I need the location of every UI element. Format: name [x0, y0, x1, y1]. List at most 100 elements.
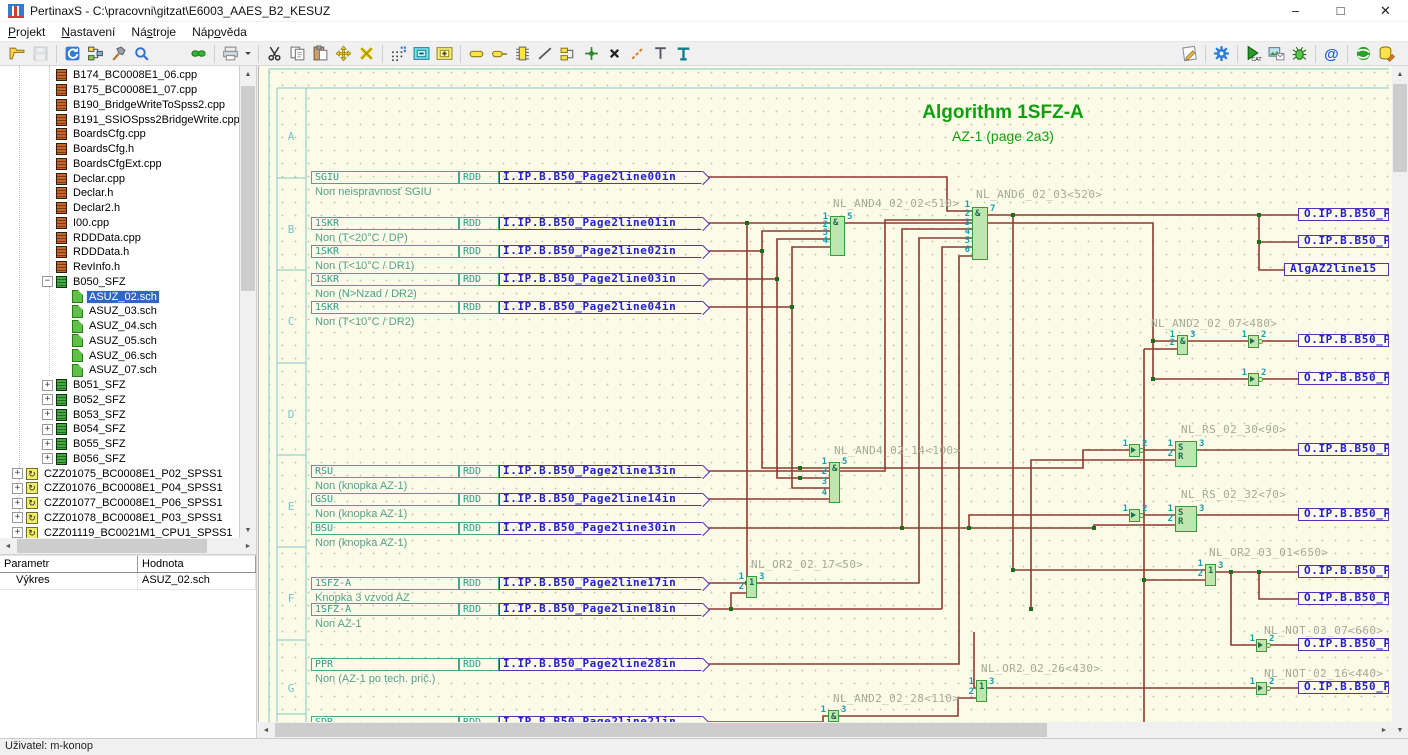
tree-item-b174-bc0008e1-06-cpp[interactable]: B174_BC0008E1_06.cpp — [0, 68, 239, 83]
input-signal-type[interactable]: RDD — [459, 217, 499, 230]
run-cat-icon[interactable]: CAT — [1242, 43, 1265, 65]
tree-expander[interactable]: − — [42, 276, 53, 287]
tree-item-b191-ssiospss2bridgewrite-cpp[interactable]: B191_SSIOSpss2BridgeWrite.cpp — [0, 112, 239, 127]
net-label-icon[interactable] — [557, 43, 580, 65]
input-signal-type[interactable]: RDD — [459, 301, 499, 314]
menu-npovda[interactable]: Nápověda — [184, 23, 255, 41]
tree-vscrollbar[interactable]: ▲ ▼ — [240, 66, 257, 538]
tree-expander[interactable]: + — [12, 483, 23, 494]
output-flag[interactable]: AlgAZ2line15 — [1284, 263, 1389, 276]
input-signal-type[interactable]: RDD — [459, 522, 499, 535]
link-toggle-icon[interactable] — [187, 43, 210, 65]
text-icon[interactable] — [649, 43, 672, 65]
canvas-vscroll-thumb[interactable] — [1393, 84, 1407, 172]
pin-wire-icon[interactable] — [488, 43, 511, 65]
tree-item-asuz-06-sch[interactable]: ASUZ_06.sch — [0, 348, 239, 363]
canvas-scroll-left[interactable]: ◄ — [258, 722, 274, 738]
tree-expander[interactable]: + — [42, 409, 53, 420]
input-signal-type[interactable]: RDD — [459, 171, 499, 184]
output-flag[interactable]: O.IP.B.B50_P — [1298, 565, 1389, 578]
output-flag[interactable]: O.IP.B.B50_P — [1298, 208, 1389, 221]
input-signal-name[interactable]: RSU — [311, 465, 459, 478]
input-signal-type[interactable]: RDD — [459, 273, 499, 286]
zoom-in-icon[interactable] — [433, 43, 456, 65]
canvas-scroll-down[interactable]: ▼ — [1392, 722, 1408, 738]
inverter-gate[interactable] — [1129, 444, 1140, 457]
tree-item-declar2-h[interactable]: Declar2.h — [0, 201, 239, 216]
tree-item-czz01077-bc0008e1-p06-spss1[interactable]: +↻CZZ01077_BC0008E1_P06_SPSS1 — [0, 496, 239, 511]
input-flag[interactable]: I.IP.B.B50_Page2line18in — [499, 603, 703, 616]
menu-nstroje[interactable]: Nástroje — [123, 23, 184, 41]
delete-star-icon[interactable] — [355, 43, 378, 65]
tree-hscroll-thumb[interactable] — [17, 539, 207, 553]
input-signal-name[interactable]: 1SFZ-A — [311, 603, 459, 616]
tree-item-rdddata-cpp[interactable]: RDDData.cpp — [0, 230, 239, 245]
tree-item-boardscfg-cpp[interactable]: BoardsCfg.cpp — [0, 127, 239, 142]
input-flag[interactable]: I.IP.B.B50_Page2line04in — [499, 301, 703, 314]
tree-expander[interactable]: + — [42, 439, 53, 450]
tree-item-b053-sfz[interactable]: +B053_SFZ — [0, 407, 239, 422]
build-hammer-icon[interactable] — [107, 43, 130, 65]
close-button[interactable]: ✕ — [1363, 0, 1408, 22]
grid-icon[interactable] — [387, 43, 410, 65]
inverter-gate[interactable] — [1129, 509, 1140, 522]
menu-projekt[interactable]: Projekt — [0, 23, 53, 41]
inverter-gate[interactable] — [1256, 639, 1267, 652]
input-signal-type[interactable]: RDD — [459, 245, 499, 258]
tree-item-declar-h[interactable]: Declar.h — [0, 186, 239, 201]
output-flag[interactable]: O.IP.B.B50_P — [1298, 508, 1389, 521]
input-signal-type[interactable]: RDD — [459, 493, 499, 506]
input-signal-type[interactable]: RDD — [459, 465, 499, 478]
print-icon[interactable] — [219, 43, 242, 65]
output-flag[interactable]: O.IP.B.B50_P — [1298, 334, 1389, 347]
search-icon[interactable] — [130, 43, 153, 65]
tree-expander[interactable]: + — [42, 380, 53, 391]
inverter-gate[interactable] — [1248, 335, 1259, 348]
input-flag[interactable]: I.IP.B.B50_Page2line01in — [499, 217, 703, 230]
export-image-icon[interactable] — [1265, 43, 1288, 65]
output-flag[interactable]: O.IP.B.B50_P — [1298, 592, 1389, 605]
tree-item-declar-cpp[interactable]: Declar.cpp — [0, 171, 239, 186]
tree-item-rdddata-h[interactable]: RDDData.h — [0, 245, 239, 260]
gear-icon[interactable] — [1210, 43, 1233, 65]
open-project-icon[interactable] — [6, 43, 29, 65]
inverter-gate[interactable] — [1256, 682, 1267, 695]
tree-item-asuz-07-sch[interactable]: ASUZ_07.sch — [0, 363, 239, 378]
tree-item-revinfo-h[interactable]: RevInfo.h — [0, 260, 239, 275]
input-flag[interactable]: I.IP.B.B50_Page2line30in — [499, 522, 703, 535]
tree-item-asuz-03-sch[interactable]: ASUZ_03.sch — [0, 304, 239, 319]
project-tree-icon[interactable] — [84, 43, 107, 65]
canvas-scroll-up[interactable]: ▲ — [1392, 66, 1408, 82]
tree-item-czz01078-bc0008e1-p03-spss1[interactable]: +↻CZZ01078_BC0008E1_P03_SPSS1 — [0, 511, 239, 526]
tree-vscroll-thumb[interactable] — [241, 86, 255, 291]
cut-icon[interactable] — [263, 43, 286, 65]
edit-sheet-icon[interactable] — [1178, 43, 1201, 65]
tree-item-b190-bridgewritetospss2-cpp[interactable]: B190_BridgeWriteToSpss2.cpp — [0, 98, 239, 113]
tree-scroll-right[interactable]: ► — [240, 538, 256, 554]
input-signal-name[interactable]: 1SKR — [311, 217, 459, 230]
zoom-out-icon[interactable] — [410, 43, 433, 65]
tree-expander[interactable]: + — [12, 468, 23, 479]
param-col-header[interactable]: Parametr — [0, 555, 138, 572]
tree-item-b054-sfz[interactable]: +B054_SFZ — [0, 422, 239, 437]
input-flag[interactable]: I.IP.B.B50_Page2line28in — [499, 658, 703, 671]
input-flag[interactable]: I.IP.B.B50_Page2line00in — [499, 171, 703, 184]
tree-scroll-up[interactable]: ▲ — [240, 66, 256, 82]
schematic-sheet[interactable]: Algorithm 1SFZ-A AZ-1 (page 2a3) ABCDEFG… — [263, 66, 1392, 722]
input-signal-name[interactable]: BSU — [311, 522, 459, 535]
tree-item-czz01076-bc0008e1-p04-spss1[interactable]: +↻CZZ01076_BC0008E1_P04_SPSS1 — [0, 481, 239, 496]
tree-expander[interactable]: + — [42, 394, 53, 405]
copy-icon[interactable] — [286, 43, 309, 65]
tree-expander[interactable]: + — [42, 424, 53, 435]
move-icon[interactable] — [332, 43, 355, 65]
tree-item-b175-bc0008e1-07-cpp[interactable]: B175_BC0008E1_07.cpp — [0, 83, 239, 98]
canvas-vscrollbar[interactable]: ▲ ▼ — [1392, 66, 1408, 738]
input-signal-name[interactable]: PPR — [311, 658, 459, 671]
input-signal-name[interactable]: 1SKR — [311, 273, 459, 286]
canvas-hscrollbar[interactable]: ◄ ► — [258, 722, 1392, 738]
input-signal-type[interactable]: RDD — [459, 577, 499, 590]
tree-item-asuz-04-sch[interactable]: ASUZ_04.sch — [0, 319, 239, 334]
tree-hscrollbar[interactable]: ◄ ► — [0, 538, 257, 554]
debug-bug-icon[interactable] — [1288, 43, 1311, 65]
project-tree-panel[interactable]: B174_BC0008E1_06.cppB175_BC0008E1_07.cpp… — [0, 66, 240, 538]
